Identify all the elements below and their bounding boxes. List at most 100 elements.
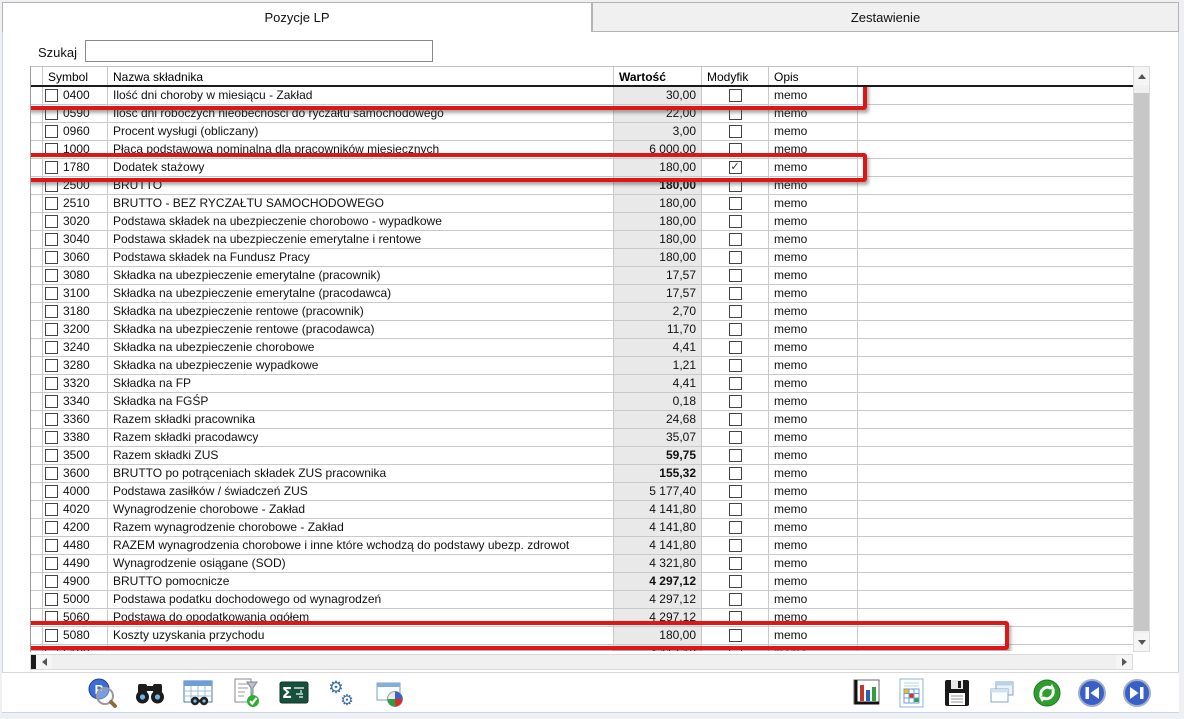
modify-checkbox[interactable] [729, 215, 742, 228]
modify-checkbox[interactable] [729, 413, 742, 426]
value-cell[interactable]: 4 297,12 [614, 573, 702, 591]
table-row[interactable]: 4900 BRUTTO pomocnicze 4 297,12 memo [31, 573, 1133, 591]
modify-checkbox[interactable] [729, 89, 742, 102]
row-select-checkbox[interactable] [45, 251, 58, 264]
desc-cell[interactable]: memo [769, 231, 858, 249]
row-select-checkbox[interactable] [45, 449, 58, 462]
value-cell[interactable]: 4,41 [614, 375, 702, 393]
row-select-checkbox[interactable] [45, 593, 58, 606]
modify-checkbox[interactable] [729, 269, 742, 282]
modify-checkbox[interactable] [729, 341, 742, 354]
desc-cell[interactable]: memo [769, 573, 858, 591]
row-select-checkbox[interactable] [45, 485, 58, 498]
value-cell[interactable]: 5 177,40 [614, 483, 702, 501]
modify-checkbox[interactable] [729, 125, 742, 138]
desc-cell[interactable]: memo [769, 537, 858, 555]
scroll-down-button[interactable] [1134, 633, 1149, 651]
table-row[interactable]: 3500 Razem składki ZUS 59,75 memo [31, 447, 1133, 465]
desc-cell[interactable]: memo [769, 411, 858, 429]
save-floppy-button[interactable] [939, 675, 975, 711]
desc-cell[interactable]: memo [769, 501, 858, 519]
value-cell[interactable]: 4 321,80 [614, 555, 702, 573]
desc-cell[interactable]: memo [769, 87, 858, 105]
row-select-checkbox[interactable] [45, 377, 58, 390]
table-row[interactable]: 0590 Ilość dni roboczych nieobecności do… [31, 105, 1133, 123]
row-select-checkbox[interactable] [45, 107, 58, 120]
row-select-checkbox[interactable] [45, 305, 58, 318]
modify-checkbox[interactable] [729, 143, 742, 156]
modify-checkbox[interactable] [729, 323, 742, 336]
filter-document-button[interactable] [228, 675, 264, 711]
modify-checkbox[interactable] [729, 395, 742, 408]
modify-checkbox[interactable] [729, 467, 742, 480]
desc-cell[interactable]: memo [769, 285, 858, 303]
value-cell[interactable]: 4 141,80 [614, 501, 702, 519]
table-row[interactable]: 4000 Podstawa zasiłków / świadczeń ZUS 5… [31, 483, 1133, 501]
table-row[interactable]: 3320 Składka na FP 4,41 memo [31, 375, 1133, 393]
modify-checkbox[interactable] [729, 485, 742, 498]
modify-checkbox[interactable] [729, 647, 742, 651]
modify-checkbox[interactable] [729, 107, 742, 120]
row-select-checkbox[interactable] [45, 647, 58, 651]
value-cell[interactable]: 11,70 [614, 321, 702, 339]
row-select-checkbox[interactable] [45, 143, 58, 156]
spreadsheet-report-button[interactable] [894, 675, 930, 711]
desc-cell[interactable]: memo [769, 591, 858, 609]
binoculars-search-button[interactable] [132, 675, 168, 711]
row-select-checkbox[interactable] [45, 521, 58, 534]
row-select-checkbox[interactable] [45, 269, 58, 282]
value-cell[interactable]: 180,00 [614, 249, 702, 267]
value-cell[interactable]: 4 141,80 [614, 537, 702, 555]
desc-cell[interactable]: memo [769, 483, 858, 501]
header-value[interactable]: Wartość [614, 67, 702, 85]
desc-cell[interactable]: memo [769, 267, 858, 285]
tab-pozycje-lp[interactable]: Pozycje LP [2, 2, 592, 32]
table-row[interactable]: 3380 Razem składki pracodawcy 35,07 memo [31, 429, 1133, 447]
row-select-checkbox[interactable] [45, 89, 58, 102]
row-select-checkbox[interactable] [45, 503, 58, 516]
table-row[interactable]: 4200 Razem wynagrodzenie chorobowe - Zak… [31, 519, 1133, 537]
desc-cell[interactable]: memo [769, 375, 858, 393]
modify-checkbox[interactable] [729, 179, 742, 192]
modify-checkbox[interactable] [729, 629, 742, 642]
row-select-checkbox[interactable] [45, 125, 58, 138]
header-symbol[interactable]: Symbol [43, 67, 108, 85]
row-select-checkbox[interactable] [45, 359, 58, 372]
value-cell[interactable]: 17,57 [614, 267, 702, 285]
modify-checkbox[interactable] [729, 611, 742, 624]
value-cell[interactable]: 155,32 [614, 465, 702, 483]
value-cell[interactable]: 4 297,12 [614, 609, 702, 627]
desc-cell[interactable]: memo [769, 213, 858, 231]
table-row[interactable]: 5100 4 117,12 memo [31, 645, 1133, 651]
value-cell[interactable]: 180,00 [614, 195, 702, 213]
value-cell[interactable]: 30,00 [614, 87, 702, 105]
skip-to-last-button[interactable] [1119, 675, 1155, 711]
row-select-checkbox[interactable] [45, 323, 58, 336]
desc-cell[interactable]: memo [769, 627, 858, 645]
table-row[interactable]: 3360 Razem składki pracownika 24,68 memo [31, 411, 1133, 429]
desc-cell[interactable]: memo [769, 159, 858, 177]
modify-checkbox[interactable] [729, 377, 742, 390]
search-input[interactable] [85, 40, 433, 62]
table-row[interactable]: 3020 Podstawa składek na ubezpieczenie c… [31, 213, 1133, 231]
settings-gears-button[interactable]: ⚙ ⚙ [324, 675, 360, 711]
modify-checkbox[interactable] [729, 539, 742, 552]
refresh-button[interactable] [1029, 675, 1065, 711]
table-row[interactable]: 3100 Składka na ubezpieczenie emerytalne… [31, 285, 1133, 303]
table-row[interactable]: 3600 BRUTTO po potrąceniach składek ZUS … [31, 465, 1133, 483]
value-cell[interactable]: 1,21 [614, 357, 702, 375]
desc-cell[interactable]: memo [769, 645, 858, 651]
row-select-checkbox[interactable] [45, 557, 58, 570]
table-row[interactable]: 3080 Składka na ubezpieczenie emerytalne… [31, 267, 1133, 285]
desc-cell[interactable]: memo [769, 141, 858, 159]
table-row[interactable]: 3060 Podstawa składek na Fundusz Pracy 1… [31, 249, 1133, 267]
desc-cell[interactable]: memo [769, 123, 858, 141]
value-cell[interactable]: 3,00 [614, 123, 702, 141]
value-cell[interactable]: 180,00 [614, 231, 702, 249]
modify-checkbox[interactable] [729, 197, 742, 210]
windows-cascade-button[interactable] [984, 675, 1020, 711]
desc-cell[interactable]: memo [769, 519, 858, 537]
modify-checkbox[interactable] [729, 233, 742, 246]
modify-checkbox[interactable] [729, 431, 742, 444]
value-cell[interactable]: 17,57 [614, 285, 702, 303]
